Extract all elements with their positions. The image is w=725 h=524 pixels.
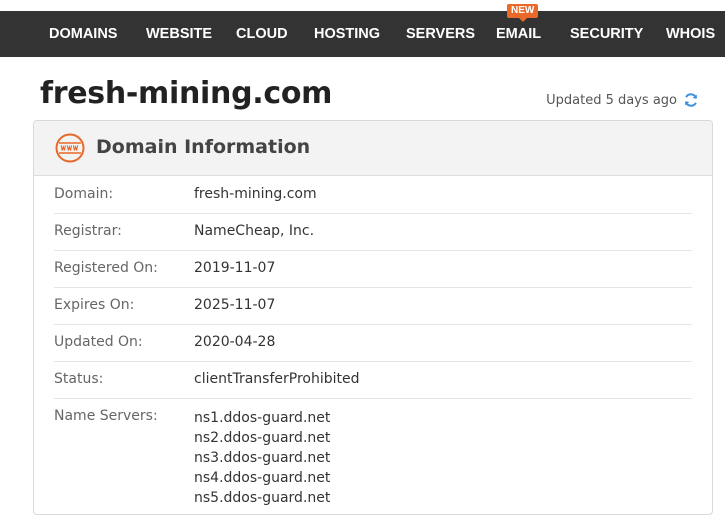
row-label: Updated On: (54, 334, 143, 350)
row-label: Registrar: (54, 223, 122, 239)
new-badge: NEW (507, 4, 539, 22)
row-label: Status: (54, 371, 104, 387)
name-server-item: ns4.ddos-guard.net (194, 470, 331, 486)
nav-item-hosting[interactable]: HOSTING (314, 11, 380, 57)
updated-text: Updated 5 days ago (546, 92, 677, 108)
row-value: NameCheap, Inc. (194, 223, 315, 239)
row-registered-on: Registered On: 2019-11-07 (54, 251, 692, 288)
row-name-servers: Name Servers: ns1.ddos-guard.net ns2.ddo… (54, 399, 692, 509)
row-label: Domain: (54, 186, 114, 202)
www-icon (55, 133, 85, 163)
name-server-item: ns5.ddos-guard.net (194, 490, 331, 506)
top-strip (0, 0, 725, 11)
name-server-item: ns3.ddos-guard.net (194, 450, 331, 466)
domain-info-panel: Domain Information Domain: fresh-mining.… (33, 120, 713, 515)
name-server-list: ns1.ddos-guard.net ns2.ddos-guard.net ns… (194, 408, 330, 508)
row-registrar: Registrar: NameCheap, Inc. (54, 214, 692, 251)
row-expires-on: Expires On: 2025-11-07 (54, 288, 692, 325)
nav-item-domains[interactable]: DOMAINS (49, 11, 117, 57)
row-label: Registered On: (54, 260, 158, 276)
nav-item-security[interactable]: SECURITY (570, 11, 643, 57)
refresh-icon[interactable] (683, 92, 699, 108)
name-server-item: ns1.ddos-guard.net (194, 410, 331, 426)
row-label: Expires On: (54, 297, 135, 313)
row-status: Status: clientTransferProhibited (54, 362, 692, 399)
row-value: 2020-04-28 (194, 334, 276, 350)
panel-title: Domain Information (96, 136, 311, 158)
nav-item-website[interactable]: WEBSITE (146, 11, 212, 57)
name-server-item: ns2.ddos-guard.net (194, 430, 331, 446)
panel-header: Domain Information (34, 121, 712, 176)
nav-item-servers[interactable]: SERVERS (406, 11, 475, 57)
main-nav: DOMAINS WEBSITE CLOUD HOSTING SERVERS EM… (0, 11, 725, 57)
row-label: Name Servers: (54, 408, 158, 424)
info-rows: Domain: fresh-mining.com Registrar: Name… (34, 177, 712, 509)
page-title: fresh-mining.com (40, 76, 333, 111)
nav-item-whois[interactable]: WHOIS (666, 11, 715, 57)
nav-item-cloud[interactable]: CLOUD (236, 11, 288, 57)
updated-status: Updated 5 days ago (546, 92, 699, 108)
row-domain: Domain: fresh-mining.com (54, 177, 692, 214)
row-value: clientTransferProhibited (194, 371, 360, 387)
row-value: 2019-11-07 (194, 260, 276, 276)
row-value: fresh-mining.com (194, 186, 317, 202)
row-value: 2025-11-07 (194, 297, 276, 313)
row-updated-on: Updated On: 2020-04-28 (54, 325, 692, 362)
